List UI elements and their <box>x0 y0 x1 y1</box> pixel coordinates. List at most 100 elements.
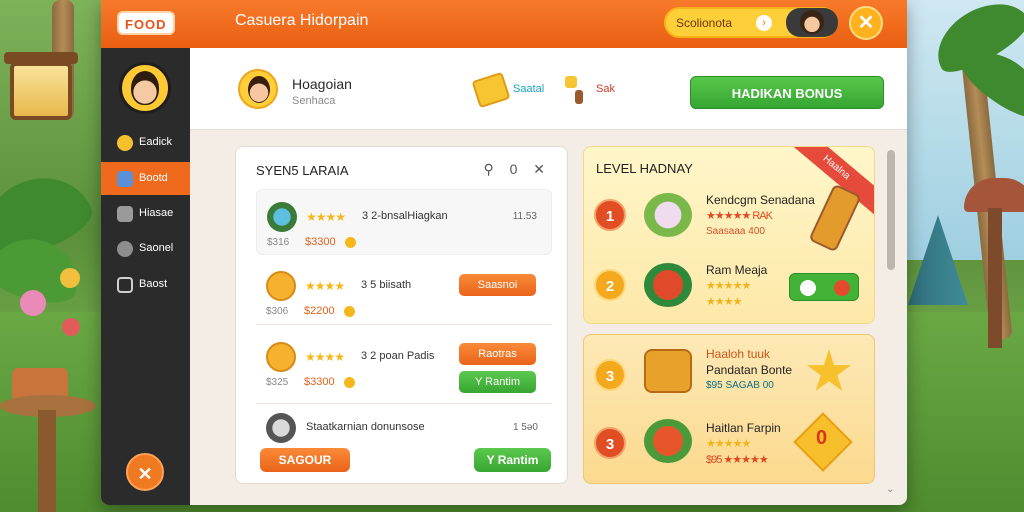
top-bar: FOOD Casuera Hidorpain Scolionota › ✕ <box>101 0 907 48</box>
item-cost: $2200 <box>304 305 335 317</box>
rating-stars: ★★★★★ <box>706 438 751 450</box>
item-price: $325 <box>266 377 289 388</box>
coin-icon <box>344 306 355 317</box>
close-button[interactable]: ✕ <box>849 6 883 40</box>
run-button[interactable]: Y Rantim <box>474 448 551 472</box>
list-item[interactable]: ★★★★ 3 2-bnsalHiagkan 11.53 $316 $3300 <box>256 189 552 255</box>
panel-title: SYEN5 LARAIA <box>256 163 349 178</box>
gear-icon <box>117 241 133 257</box>
item-thumbnail <box>267 202 297 232</box>
ticket-label: Saatal <box>513 83 545 95</box>
item-price: $306 <box>266 306 289 317</box>
star-badge-icon <box>806 349 852 391</box>
recipe-subtitle: Saasaaa 400 <box>706 226 765 237</box>
vegetables-icon <box>644 419 692 463</box>
app-logo[interactable]: FOOD <box>117 11 175 35</box>
rating-stars: $95 ★★★★★ <box>706 454 769 466</box>
level-badge: 3 <box>594 427 626 459</box>
item-meta: 11.53 <box>512 211 537 222</box>
badge-number: 0 <box>816 427 828 449</box>
recipe-subtitle: Pandatan Bonte <box>706 363 793 377</box>
sidebar-avatar[interactable] <box>119 62 171 114</box>
garlic-icon <box>644 193 692 237</box>
bread-icon <box>266 271 296 301</box>
recipe-title: Kendcgm Senadana <box>706 193 815 207</box>
user-name: Scolionota <box>676 16 733 30</box>
recipe-title: Haaloh tuuk <box>706 347 771 361</box>
tomato-icon <box>834 280 850 296</box>
item-name: 3 5 biisath <box>361 279 412 291</box>
rating-stars: ★★★★ <box>706 296 742 308</box>
item-cost: $3300 <box>304 376 335 388</box>
list-item[interactable]: Staatkarnian donunsose 1 5ə0 <box>256 405 552 445</box>
sidebar-item-label: Eadick <box>139 136 173 148</box>
app-title: Casuera Hidorpain <box>235 12 369 29</box>
item-name: Staatkarnian donunsose <box>306 421 425 433</box>
sidebar-item-label: Hiasae <box>139 207 174 219</box>
coin-icon <box>344 377 355 388</box>
item-thumbnail <box>266 413 296 443</box>
sagour-button[interactable]: SAGOUR <box>260 448 350 472</box>
rating-stars: ★★★★ <box>305 350 345 364</box>
rolling-pin-icon <box>808 183 862 253</box>
flower <box>62 318 80 336</box>
level-badge: 3 <box>594 359 626 391</box>
list-item[interactable]: ★★★★ 3 5 biisath Saasnoi $306 $2200 <box>256 259 552 325</box>
item-cost: $3300 <box>305 236 336 248</box>
bread-icon <box>266 342 296 372</box>
level-panel-secondary: 3 Haaloh tuuk Pandatan Bonte $95 SAGAB 0… <box>583 334 875 484</box>
sidebar-item-baost[interactable]: Baost <box>101 268 190 301</box>
bread-box-icon <box>644 349 692 393</box>
avatar-face-icon <box>131 71 159 105</box>
item-action-button[interactable]: Saasnoi <box>459 274 536 296</box>
sidebar-item-label: Baost <box>139 278 168 290</box>
tool-label: Sak <box>596 83 615 95</box>
flower-icon <box>800 280 816 296</box>
tools-button[interactable]: ✕ <box>126 453 164 491</box>
ticket-icon[interactable] <box>471 71 511 109</box>
player-avatar[interactable] <box>238 69 278 109</box>
hammer-icon[interactable] <box>565 76 591 106</box>
sidebar-item-hiasae[interactable]: Hiasae <box>101 197 190 230</box>
item-action-button[interactable]: Raotras <box>459 343 536 365</box>
sidebar-item-bootd[interactable]: Bootd <box>101 162 190 195</box>
sidebar-item-saonel[interactable]: Saonel <box>101 232 190 265</box>
orders-panel: SYEN5 LARAIA ⚲ 0 ✕ ★★★★ 3 2-bnsalHiagkan… <box>235 146 568 484</box>
avatar-face-icon <box>800 10 824 34</box>
sidebar: Eadick Bootd Hiasae Saonel Baost ✕ <box>101 48 190 505</box>
recipe-title: Ram Meaja <box>706 263 768 277</box>
collect-button[interactable] <box>789 273 859 301</box>
coin-icon <box>345 237 356 248</box>
chevron-down-icon[interactable]: ⌄ <box>886 484 894 495</box>
user-profile-pill[interactable]: Scolionota › <box>664 7 838 38</box>
sidebar-item-label: Bootd <box>139 172 168 184</box>
list-item[interactable]: ★★★★ 3 2 poan Padis Raotras Y Rantim $32… <box>256 330 552 404</box>
header-band: Hoagoian Senhaca Saatal Sak HADIKAN BONU… <box>190 48 907 130</box>
flower <box>20 290 46 316</box>
bonus-button[interactable]: HADIKAN BONUS <box>690 76 884 109</box>
arrow-right-icon[interactable]: › <box>756 15 772 31</box>
item-name: 3 2 poan Padis <box>361 350 435 362</box>
wrench-icon <box>117 206 133 222</box>
panel-icons[interactable]: ⚲ 0 ✕ <box>483 161 551 178</box>
avatar[interactable] <box>786 8 838 37</box>
flower <box>60 268 80 288</box>
book-icon <box>117 277 133 293</box>
rating-stars: ★★★★★ <box>706 280 751 292</box>
rating-stars: ★★★★★ RAK <box>706 210 773 222</box>
sidebar-item-label: Saonel <box>139 242 174 254</box>
item-name: 3 2-bnsalHiagkan <box>362 210 448 222</box>
scrollbar[interactable] <box>887 150 895 270</box>
level-panel: LEVEL HADNAY Haalna 1 Kendcgm Senadana ★… <box>583 146 875 324</box>
rating-stars: ★★★★ <box>306 210 346 224</box>
hammer-head <box>565 76 577 88</box>
recipe-price: $95 SAGAB 00 <box>706 380 774 391</box>
item-meta: 1 5ə0 <box>512 422 538 433</box>
sidebar-item-eadick[interactable]: Eadick <box>101 126 190 159</box>
level-badge: 2 <box>594 269 626 301</box>
rating-stars: ★★★★ <box>305 279 345 293</box>
run-button[interactable]: Y Rantim <box>459 371 536 393</box>
hut-post <box>988 208 1002 348</box>
hammer-handle <box>575 90 583 104</box>
lantern <box>4 52 78 120</box>
